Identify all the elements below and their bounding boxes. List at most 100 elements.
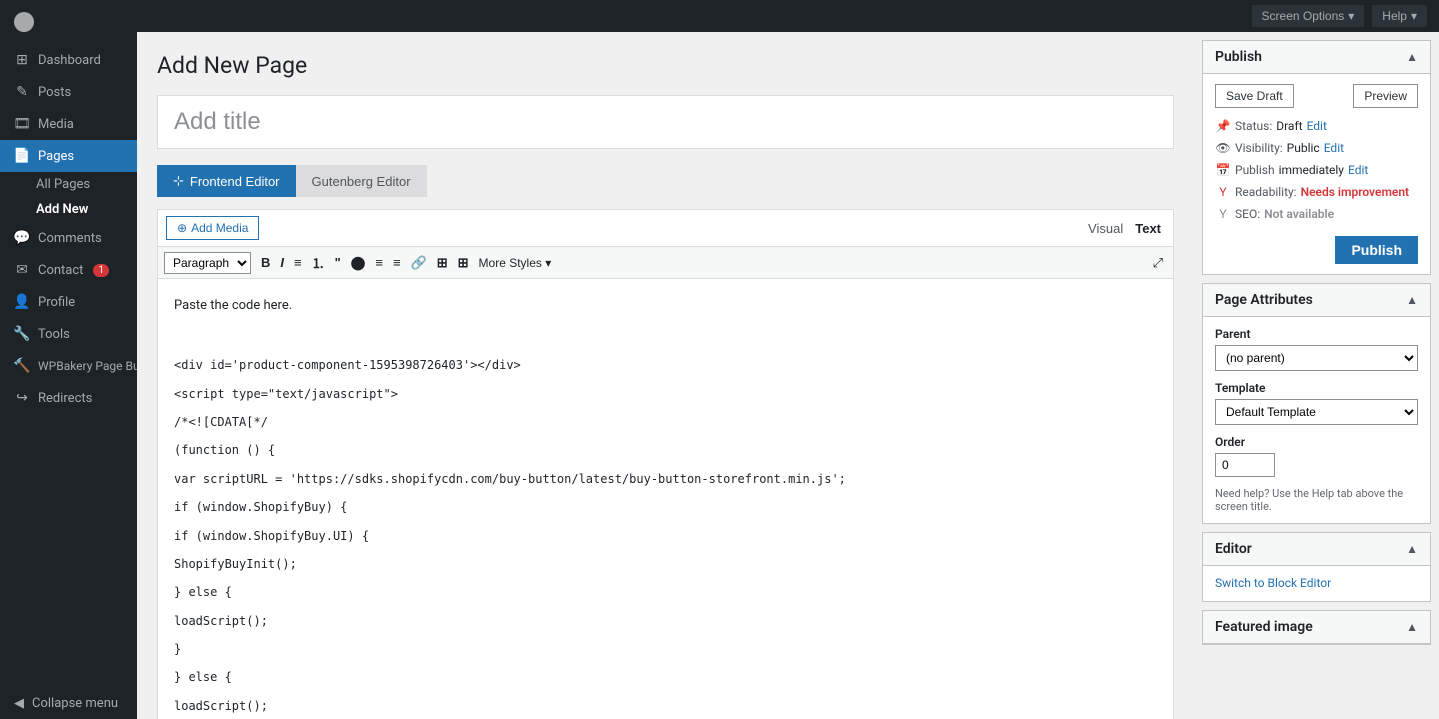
page-attributes-panel-header[interactable]: Page Attributes ▲ <box>1203 284 1430 317</box>
publish-label: Publish <box>1235 163 1275 177</box>
italic-button[interactable]: I <box>276 253 288 272</box>
page-attributes-title: Page Attributes <box>1215 292 1313 308</box>
status-row: 📌 Status: Draft Edit <box>1215 118 1418 134</box>
more-styles-button[interactable]: More Styles ▾ <box>475 254 556 272</box>
contact-icon: ✉ <box>14 262 30 278</box>
order-label: Order <box>1215 435 1418 449</box>
ordered-list-button[interactable]: ⒈ <box>308 251 329 274</box>
content-line-4: /*<![CDATA[*/ <box>174 412 1157 432</box>
expand-button[interactable]: ⤢ <box>1149 253 1167 273</box>
gutenberg-editor-button[interactable]: Gutenberg Editor <box>296 165 427 197</box>
preview-button[interactable]: Preview <box>1353 84 1418 108</box>
bold-button[interactable]: B <box>257 253 274 272</box>
toolbar-row: Paragraph Heading 1 Heading 2 Heading 3 … <box>157 246 1174 278</box>
add-media-button[interactable]: ⊕ Add Media <box>166 216 259 240</box>
visibility-icon: 👁 <box>1215 140 1231 156</box>
gutenberg-label: Gutenberg Editor <box>312 174 411 189</box>
frontend-icon: ⊹ <box>173 173 184 189</box>
blockquote-button[interactable]: " <box>331 253 345 272</box>
text-view-button[interactable]: Text <box>1131 219 1165 238</box>
sidebar-item-label: Media <box>38 117 74 132</box>
sidebar-item-tools[interactable]: 🔧 Tools <box>0 318 137 350</box>
sidebar-item-profile[interactable]: 👤 Profile <box>0 286 137 318</box>
readability-label: Readability: <box>1235 185 1297 199</box>
sidebar-item-contact[interactable]: ✉ Contact 1 <box>0 254 137 286</box>
editor-panel-header[interactable]: Editor ▲ <box>1203 533 1430 566</box>
template-select[interactable]: Default Template <box>1215 399 1418 425</box>
editor-content[interactable]: Paste the code here. <div id='product-co… <box>157 278 1174 719</box>
sidebar-sub-label: All Pages <box>36 177 90 192</box>
profile-icon: 👤 <box>14 294 30 310</box>
publish-panel-header[interactable]: Publish ▲ <box>1203 41 1430 74</box>
readability-icon: Y <box>1215 184 1231 200</box>
status-label: Status: <box>1235 119 1272 133</box>
page-attributes-chevron-icon: ▲ <box>1406 293 1418 307</box>
content-line-1 <box>174 325 1157 347</box>
status-edit-link[interactable]: Edit <box>1307 119 1327 133</box>
sidebar-item-label: Redirects <box>38 391 92 406</box>
editor-panel-chevron-icon: ▲ <box>1406 542 1418 556</box>
publish-panel-title: Publish <box>1215 49 1262 65</box>
editor-panel-body: Switch to Block Editor <box>1203 566 1430 601</box>
page-attributes-panel: Page Attributes ▲ Parent (no parent) Tem… <box>1202 283 1431 524</box>
content-line-12: } <box>174 639 1157 659</box>
contact-badge: 1 <box>93 264 109 277</box>
sidebar-item-all-pages[interactable]: All Pages <box>0 172 137 197</box>
add-media-label: Add Media <box>191 221 248 235</box>
editor-panel: Editor ▲ Switch to Block Editor <box>1202 532 1431 602</box>
publish-button[interactable]: Publish <box>1335 236 1418 264</box>
frontend-label: Frontend Editor <box>190 174 280 189</box>
featured-image-panel-header[interactable]: Featured image ▲ <box>1203 611 1430 644</box>
table-button[interactable]: ⊞ <box>433 253 452 273</box>
align-right-button[interactable]: ≡ <box>389 253 405 272</box>
publish-chevron-icon: ▲ <box>1406 50 1418 64</box>
sidebar-item-add-new[interactable]: Add New <box>0 197 137 222</box>
sidebar-logo[interactable]: W <box>0 0 137 44</box>
help-button[interactable]: Help ▾ <box>1372 5 1427 27</box>
frontend-editor-button[interactable]: ⊹ Frontend Editor <box>157 165 296 197</box>
visibility-edit-link[interactable]: Edit <box>1324 141 1344 155</box>
sidebar-item-pages[interactable]: 📄 Pages <box>0 140 137 172</box>
sidebar-item-comments[interactable]: 💬 Comments <box>0 222 137 254</box>
align-center-button[interactable]: ≡ <box>371 253 387 272</box>
sidebar-item-wpbakery[interactable]: 🔨 WPBakery Page Builder <box>0 350 137 382</box>
sidebar-item-media[interactable]: 🎞 Media <box>0 108 137 140</box>
paragraph-select[interactable]: Paragraph Heading 1 Heading 2 Heading 3 <box>164 252 251 274</box>
link-button[interactable]: 🔗 <box>407 253 431 273</box>
collapse-menu[interactable]: ◀ Collapse menu <box>0 688 137 719</box>
parent-select[interactable]: (no parent) <box>1215 345 1418 371</box>
content-line-13: } else { <box>174 667 1157 687</box>
screen-options-button[interactable]: Screen Options ▾ <box>1252 5 1365 27</box>
publish-edit-link[interactable]: Edit <box>1348 163 1368 177</box>
switch-to-block-editor-link[interactable]: Switch to Block Editor <box>1215 576 1331 590</box>
unordered-list-button[interactable]: ≡ <box>290 253 306 272</box>
sidebar-item-label: WPBakery Page Builder <box>38 359 137 373</box>
featured-image-chevron-icon: ▲ <box>1406 620 1418 634</box>
posts-icon: ✎ <box>14 84 30 100</box>
align-left-button[interactable]: ⬤ <box>347 253 370 273</box>
editor-panel-title: Editor <box>1215 541 1252 557</box>
sidebar-item-posts[interactable]: ✎ Posts <box>0 76 137 108</box>
content-line-2: <div id='product-component-1595398726403… <box>174 355 1157 375</box>
page-title-input[interactable] <box>157 95 1174 149</box>
content-line-7: if (window.ShopifyBuy) { <box>174 497 1157 517</box>
page-attributes-panel-body: Parent (no parent) Template Default Temp… <box>1203 317 1430 523</box>
page-heading: Add New Page <box>157 52 1174 79</box>
order-input[interactable] <box>1215 453 1275 477</box>
editor-buttons: ⊹ Frontend Editor Gutenberg Editor <box>157 165 1174 197</box>
visibility-value: Public <box>1287 141 1320 155</box>
visual-view-button[interactable]: Visual <box>1084 219 1127 238</box>
save-draft-button[interactable]: Save Draft <box>1215 84 1294 108</box>
sidebar-item-label: Pages <box>38 149 74 164</box>
content-line-0: Paste the code here. <box>174 295 1157 317</box>
status-value: Draft <box>1276 119 1302 133</box>
publish-time-row: 📅 Publish immediately Edit <box>1215 162 1418 178</box>
grid-button[interactable]: ⊞ <box>454 253 473 273</box>
template-label: Template <box>1215 381 1418 395</box>
tools-icon: 🔧 <box>14 326 30 342</box>
sidebar-item-dashboard[interactable]: ⊞ Dashboard <box>0 44 137 76</box>
content-line-8: if (window.ShopifyBuy.UI) { <box>174 526 1157 546</box>
sidebar-item-redirects[interactable]: ↪ Redirects <box>0 382 137 414</box>
content-line-6: var scriptURL = 'https://sdks.shopifycdn… <box>174 469 1157 489</box>
editor-area: Add New Page ⊹ Frontend Editor Gutenberg… <box>137 32 1194 719</box>
